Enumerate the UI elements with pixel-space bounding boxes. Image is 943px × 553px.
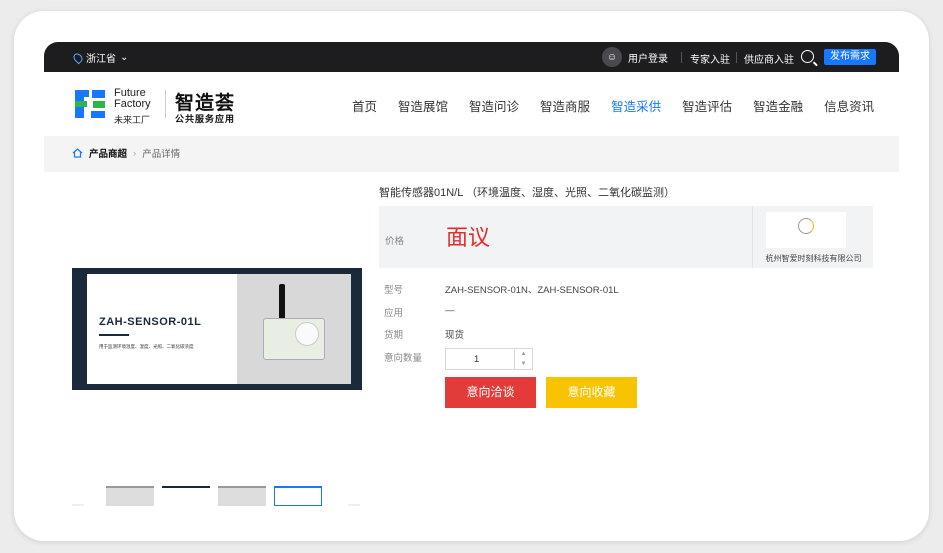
negotiate-button[interactable]: 意向洽谈 — [445, 377, 536, 408]
product-detail-panel: ZAH-SENSOR-01L 用于监测环境温度、湿度、光照、二氧化碳浓度 智能传… — [44, 172, 899, 506]
nav-item-exhibition[interactable]: 智造展馆 — [398, 96, 448, 115]
user-icon: ☺ — [602, 47, 622, 67]
nav-item-news[interactable]: 信息资讯 — [824, 96, 874, 115]
future-factory-logo-icon[interactable] — [73, 87, 107, 121]
nav-item-business[interactable]: 智造商服 — [540, 96, 590, 115]
spec-value-model: ZAH-SENSOR-01N、ZAH-SENSOR-01L — [445, 285, 619, 296]
logo-text-cn-small: 未来工厂 — [114, 115, 151, 125]
thumbnail[interactable] — [162, 486, 210, 506]
location-label: 浙江省 — [86, 54, 116, 65]
divider — [736, 52, 737, 63]
product-title: 智能传感器01N/L （环境温度、湿度、光照、二氧化碳监测） — [379, 187, 675, 199]
nav-item-consult[interactable]: 智造问诊 — [469, 96, 519, 115]
breadcrumb-current: 产品详情 — [142, 149, 181, 160]
breadcrumb: 产品商超 › 产品详情 — [72, 146, 180, 160]
thumb-prev-arrow-icon[interactable] — [72, 504, 84, 506]
thumbnail[interactable] — [106, 486, 154, 506]
product-photo — [237, 274, 351, 384]
company-logo-icon — [798, 218, 814, 234]
nav-item-finance[interactable]: 智造金融 — [753, 96, 803, 115]
thumb-next-arrow-icon[interactable] — [348, 504, 360, 506]
search-icon[interactable] — [801, 50, 814, 63]
main-nav: 首页 智造展馆 智造问诊 智造商服 智造采供 智造评估 智造金融 信息资讯 — [352, 96, 874, 115]
logo-brand-name: 智造荟 — [175, 93, 236, 114]
expert-join-link[interactable]: 专家入驻 — [690, 51, 730, 66]
spec-label-model: 型号 — [384, 285, 404, 296]
quantity-stepper[interactable]: 1 ▲ ▼ — [445, 348, 533, 370]
company-name: 杭州智爱时刻科技有限公司 — [765, 254, 862, 263]
spec-value-delivery: 现货 — [445, 330, 465, 341]
quantity-value: 1 — [474, 354, 480, 365]
top-bar: 浙江省 ⌄ ☺ 用户登录 专家入驻 供应商入驻 发布需求 — [44, 42, 899, 72]
chevron-right-icon: › — [133, 147, 137, 159]
favorite-button[interactable]: 意向收藏 — [546, 377, 637, 408]
product-image-card: ZAH-SENSOR-01L 用于监测环境温度、湿度、光照、二氧化碳浓度 — [87, 274, 237, 384]
logo-brand-subtitle: 公共服务应用 — [175, 114, 236, 124]
login-button[interactable]: ☺ 用户登录 — [602, 47, 668, 67]
price-label: 价格 — [385, 236, 405, 247]
thumbnail-strip — [72, 486, 362, 506]
stepper-buttons[interactable]: ▲ ▼ — [514, 349, 532, 369]
location-pin-icon — [71, 51, 85, 64]
divider — [99, 334, 129, 336]
product-image-model: ZAH-SENSOR-01L — [99, 316, 202, 328]
logo-divider — [165, 90, 166, 118]
browser-viewport: 浙江省 ⌄ ☺ 用户登录 专家入驻 供应商入驻 发布需求 Future Fact… — [44, 42, 899, 506]
chevron-up-icon[interactable]: ▲ — [515, 349, 532, 359]
chevron-down-icon: ⌄ — [120, 52, 129, 63]
thumbnail-active[interactable] — [274, 486, 322, 506]
company-card[interactable]: 杭州智爱时刻科技有限公司 — [752, 206, 873, 268]
product-main-image[interactable]: ZAH-SENSOR-01L 用于监测环境温度、湿度、光照、二氧化碳浓度 — [72, 268, 362, 390]
location-selector[interactable]: 浙江省 ⌄ — [71, 50, 129, 65]
product-image-desc: 用于监测环境温度、湿度、光照、二氧化碳浓度 — [99, 344, 194, 349]
publish-demand-button[interactable]: 发布需求 — [824, 49, 876, 65]
site-header: Future Factory 未来工厂 智造荟 公共服务应用 首页 智造展馆 智… — [44, 72, 899, 136]
thumbnail[interactable] — [218, 486, 266, 506]
logo-text-en: Future Factory — [114, 87, 151, 110]
company-logo — [766, 212, 846, 248]
sensor-dome-shape — [295, 322, 319, 346]
spec-label-application: 应用 — [384, 308, 404, 319]
spec-label-delivery: 货期 — [384, 330, 404, 341]
nav-item-home[interactable]: 首页 — [352, 96, 377, 115]
supplier-join-link[interactable]: 供应商入驻 — [744, 51, 794, 66]
price-value: 面议 — [446, 225, 491, 250]
spec-label-quantity: 意向数量 — [384, 353, 423, 364]
price-box: 价格 面议 杭州智爱时刻科技有限公司 — [379, 206, 873, 268]
nav-item-procurement[interactable]: 智造采供 — [611, 96, 661, 115]
divider — [681, 52, 682, 63]
breadcrumb-root[interactable]: 产品商超 — [89, 146, 127, 160]
chevron-down-icon[interactable]: ▼ — [515, 359, 532, 369]
nav-item-assessment[interactable]: 智造评估 — [682, 96, 732, 115]
spec-value-application: — — [445, 305, 455, 316]
home-icon[interactable] — [72, 148, 83, 158]
antenna-shape — [279, 284, 285, 320]
login-label: 用户登录 — [628, 53, 668, 65]
